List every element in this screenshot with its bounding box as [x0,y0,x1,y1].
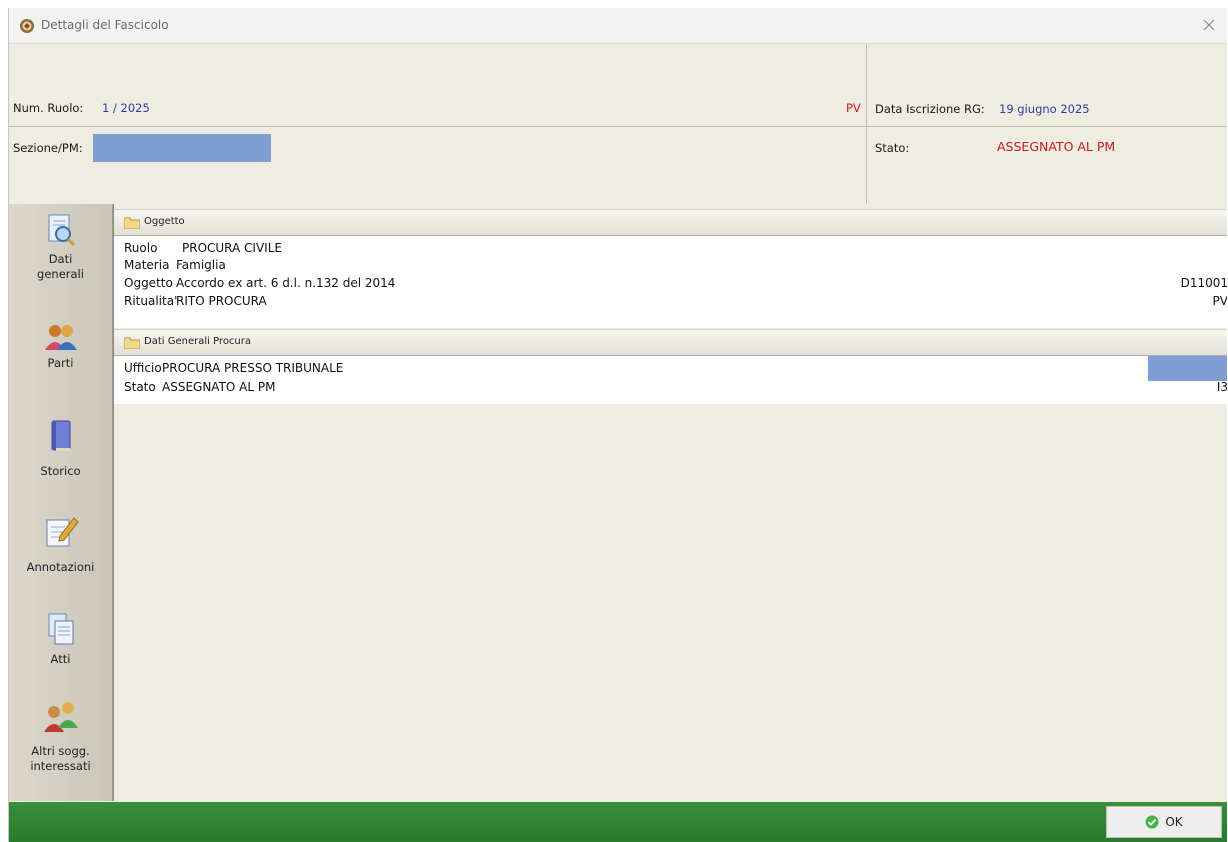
section-title-oggetto: Oggetto [144,216,185,227]
row-key: Oggetto [124,276,173,290]
nav-dati-generali[interactable]: Dati generali [9,212,112,282]
ufficio-redacted-value [1148,356,1227,381]
ok-button-label: OK [1165,815,1183,829]
nav-atti[interactable]: Atti [9,612,112,667]
people-icon [44,325,77,350]
folder-icon [124,337,140,349]
dialog-window: Dettagli del Fascicolo Num. Ruolo: 1 / 2… [8,8,1227,842]
num-ruolo-value: 1 / 2025 [102,101,150,115]
data-iscrizione-label: Data Iscrizione RG: [875,102,985,116]
row-value: PROCURA PRESSO TRIBUNALE [162,361,344,375]
book-icon [51,420,70,451]
row-key: Materia [124,258,170,272]
ok-button[interactable]: OK [1106,806,1222,838]
row-key: Ritualita' [124,294,178,308]
row-value: ASSEGNATO AL PM [162,380,276,394]
app-emblem-icon [20,19,34,33]
num-ruolo-label: Num. Ruolo: [13,101,84,115]
stato-label: Stato: [875,141,910,155]
table-row: Stato ASSEGNATO AL PM I3 [114,379,1227,396]
row-value: Accordo ex art. 6 d.l. n.132 del 2014 [176,276,396,290]
case-header: Num. Ruolo: 1 / 2025 PV Data Iscrizione … [9,44,1227,204]
nav-parti-label: Parti [47,356,74,370]
nav-annotazioni-label: Annotazioni [26,560,95,574]
navigation-sidebar: Dati generali Parti Storico Annotazioni … [9,204,113,801]
row-key: Stato [124,380,156,394]
persons-group-icon [43,702,78,732]
table-row: Ufficio PROCURA PRESSO TRIBUNALE [114,360,1227,377]
content-panel: Oggetto Ruolo PROCURA CIVILE Materia Fam… [113,204,1227,801]
folder-icon [124,217,140,229]
check-circle-icon [1145,815,1159,829]
header-left-panel [9,44,867,204]
magnifier-document-icon [48,214,75,247]
nav-annotazioni[interactable]: Annotazioni [9,512,112,575]
nav-storico-label: Storico [40,464,81,478]
table-row: Materia Famiglia [114,257,1227,274]
sezione-pm-label: Sezione/PM: [13,141,83,155]
row-value: Famiglia [176,258,226,272]
table-row: Ruolo PROCURA CIVILE [114,240,1227,257]
documents-icon [48,613,73,645]
window-title: Dettagli del Fascicolo [41,18,169,32]
row-code: I3 [1216,380,1227,394]
table-row: Ritualita' RITO PROCURA PV [114,293,1227,310]
nav-parti[interactable]: Parti [9,322,112,371]
table-row: Oggetto Accordo ex art. 6 d.l. n.132 del… [114,275,1227,292]
header-divider [9,126,1227,127]
section-title-dati-generali: Dati Generali Procura [144,336,252,347]
nav-altri-soggetti[interactable]: Altri sogg. interessati [9,698,112,774]
title-bar: Dettagli del Fascicolo [9,8,1227,44]
nav-dati-generali-label: Dati generali [37,252,84,281]
nav-atti-label: Atti [50,652,71,666]
section-header-oggetto[interactable]: Oggetto [114,209,1227,236]
nav-altri-soggetti-label: Altri sogg. interessati [30,744,91,773]
sezione-pm-redacted-value [93,134,271,162]
row-key: Ufficio [124,361,162,375]
dati-generali-rows: Ufficio PROCURA PRESSO TRIBUNALE Stato A… [114,356,1227,404]
note-pencil-icon [46,517,79,547]
row-value: PROCURA CIVILE [182,241,282,255]
row-key: Ruolo [124,241,158,255]
oggetto-rows: Ruolo PROCURA CIVILE Materia Famiglia Og… [114,236,1227,328]
row-value: RITO PROCURA [176,294,267,308]
close-button[interactable] [1197,14,1221,36]
nav-storico[interactable]: Storico [9,418,112,479]
data-iscrizione-value: 19 giugno 2025 [999,102,1090,116]
close-icon [1203,19,1215,31]
section-header-dati-generali[interactable]: Dati Generali Procura [114,329,1227,356]
stato-value: ASSEGNATO AL PM [997,139,1116,154]
footer-bar: OK [9,802,1227,842]
pv-tag: PV [846,101,861,115]
row-code: D11001 [1180,276,1227,290]
row-code: PV [1212,294,1227,308]
